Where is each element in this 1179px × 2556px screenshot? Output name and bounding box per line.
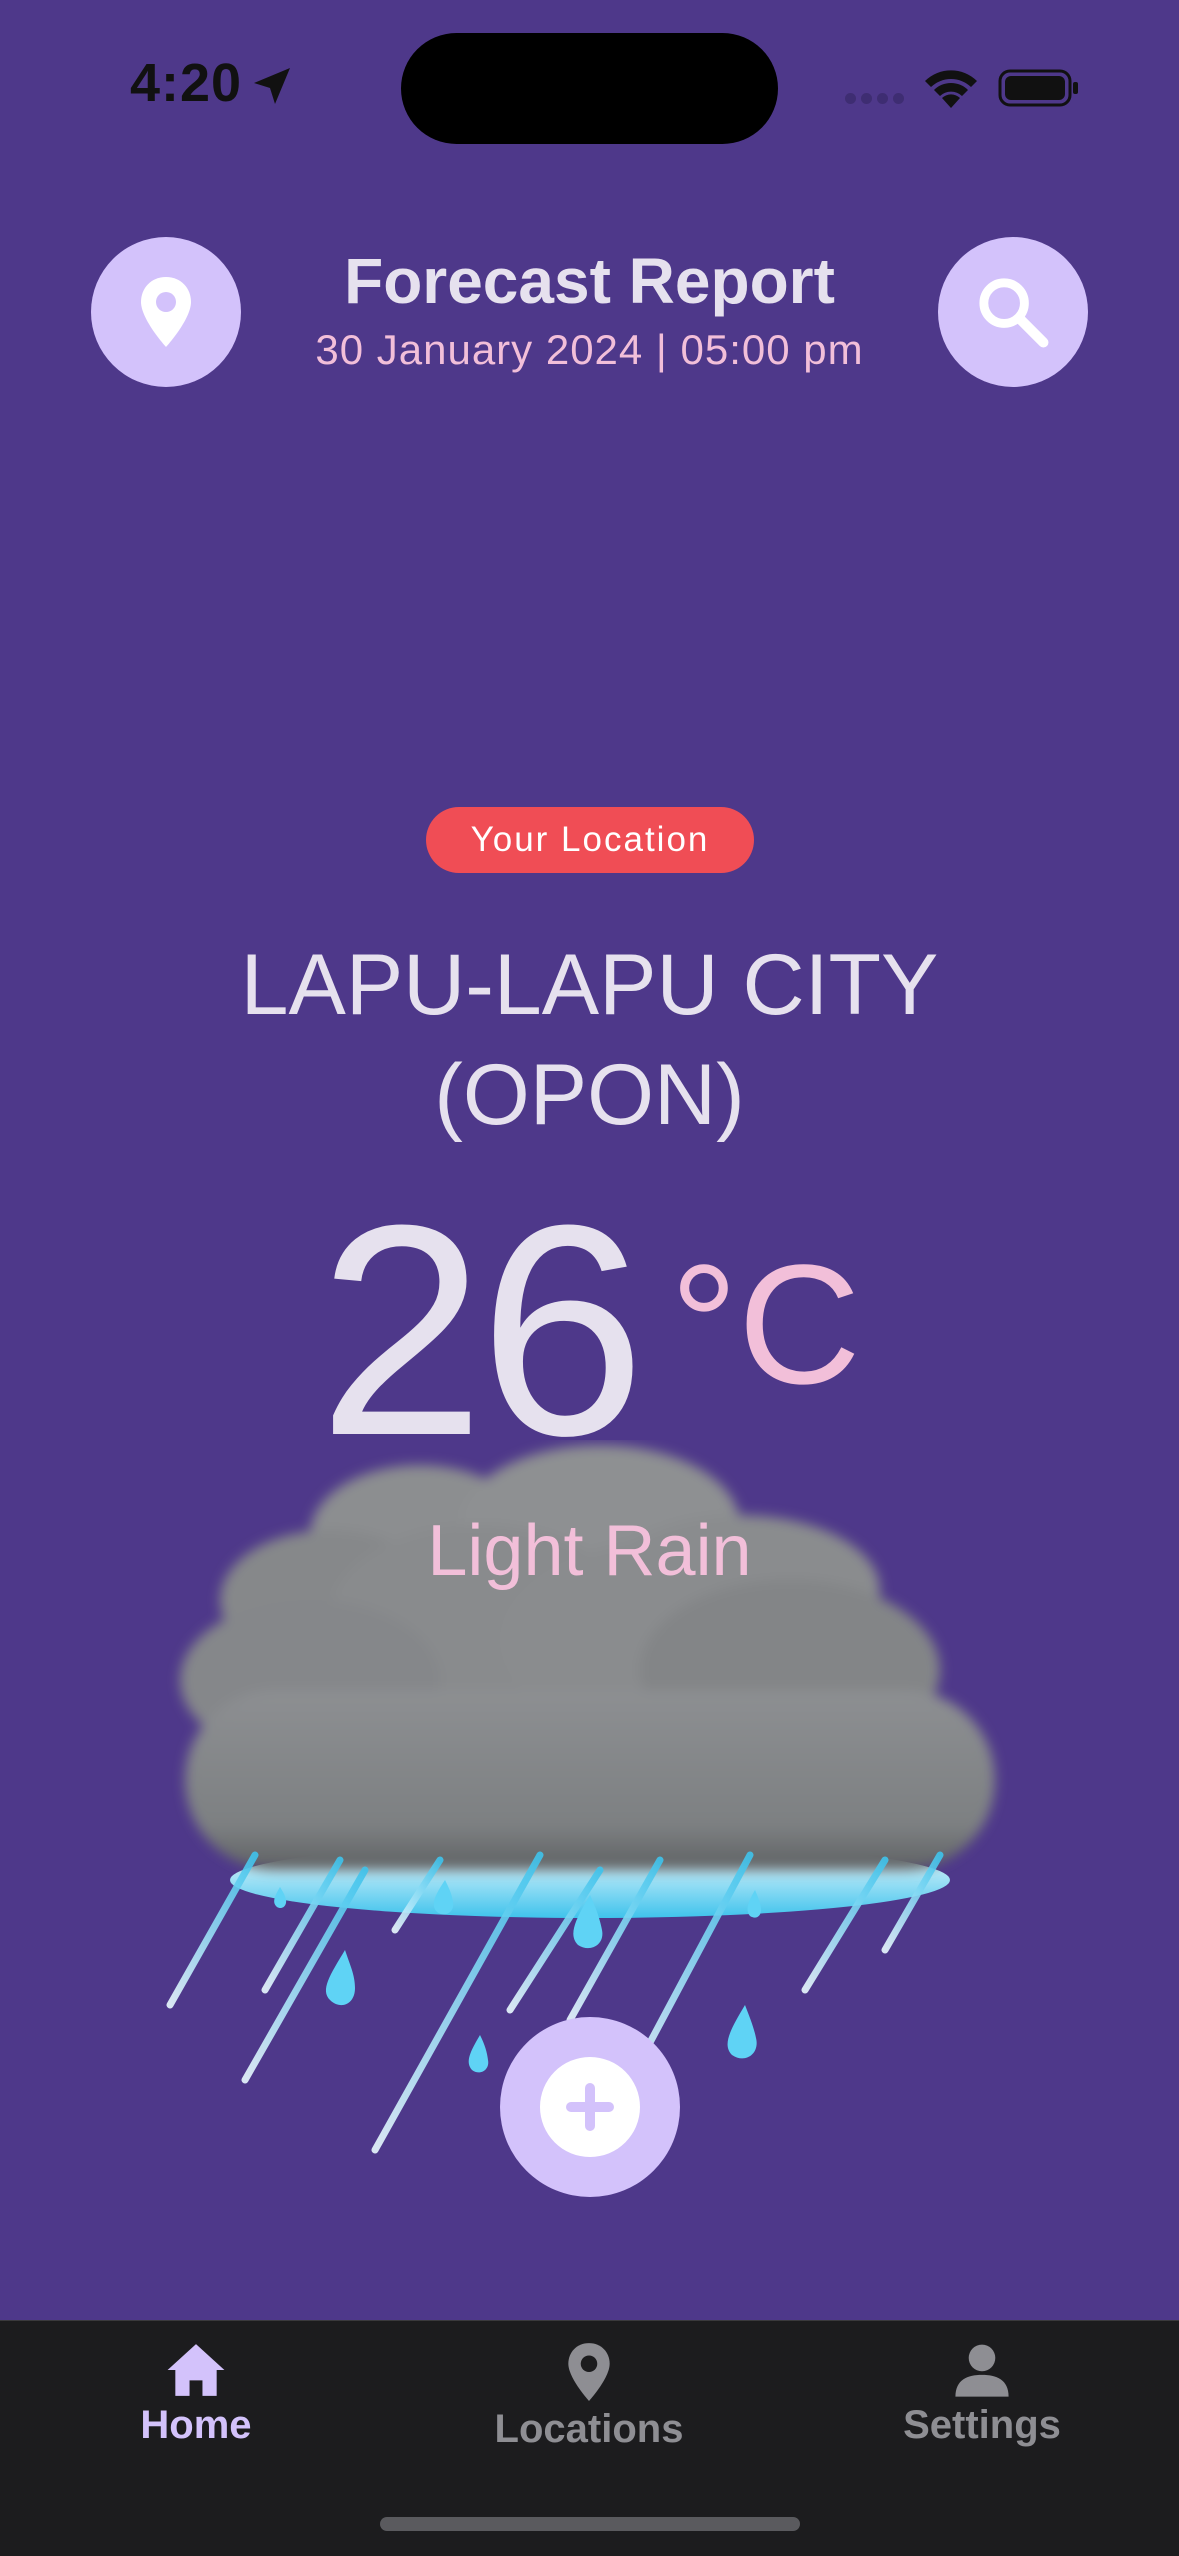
battery-icon bbox=[998, 69, 1078, 107]
person-icon bbox=[955, 2344, 1009, 2397]
your-location-badge: Your Location bbox=[426, 807, 754, 873]
weather-condition: Light Rain bbox=[427, 1511, 752, 1591]
tab-locations[interactable]: Locations bbox=[439, 2341, 739, 2452]
tab-locations-label: Locations bbox=[494, 2407, 684, 2451]
tab-home-label: Home bbox=[140, 2403, 252, 2447]
location-pin-icon bbox=[568, 2343, 610, 2401]
search-button[interactable] bbox=[938, 237, 1088, 387]
tab-settings-label: Settings bbox=[903, 2403, 1061, 2447]
cellular-signal-icon bbox=[845, 93, 905, 107]
search-icon bbox=[979, 278, 1049, 348]
city-name-line1: LAPU-LAPU CITY bbox=[240, 937, 939, 1033]
add-location-button[interactable] bbox=[500, 2017, 680, 2197]
tab-home[interactable]: Home bbox=[46, 2341, 346, 2448]
temperature-unit: °C bbox=[670, 1230, 861, 1420]
add-button-inner bbox=[540, 2057, 640, 2157]
home-icon bbox=[167, 2344, 225, 2396]
city-name-line2: (OPON) bbox=[434, 1047, 745, 1143]
dynamic-island bbox=[401, 33, 778, 144]
tab-settings[interactable]: Settings bbox=[832, 2341, 1132, 2448]
home-indicator[interactable] bbox=[380, 2517, 800, 2531]
wifi-icon bbox=[925, 70, 977, 108]
plus-icon bbox=[566, 2083, 614, 2131]
app-screen: 4:20 Forecast Report 30 January 2024 | 0… bbox=[0, 0, 1179, 2556]
temperature-value: 26 bbox=[318, 1162, 646, 1498]
city-name: LAPU-LAPU CITY (OPON) bbox=[0, 930, 1179, 1150]
location-arrow-icon bbox=[254, 68, 290, 104]
status-time: 4:20 bbox=[130, 53, 243, 113]
